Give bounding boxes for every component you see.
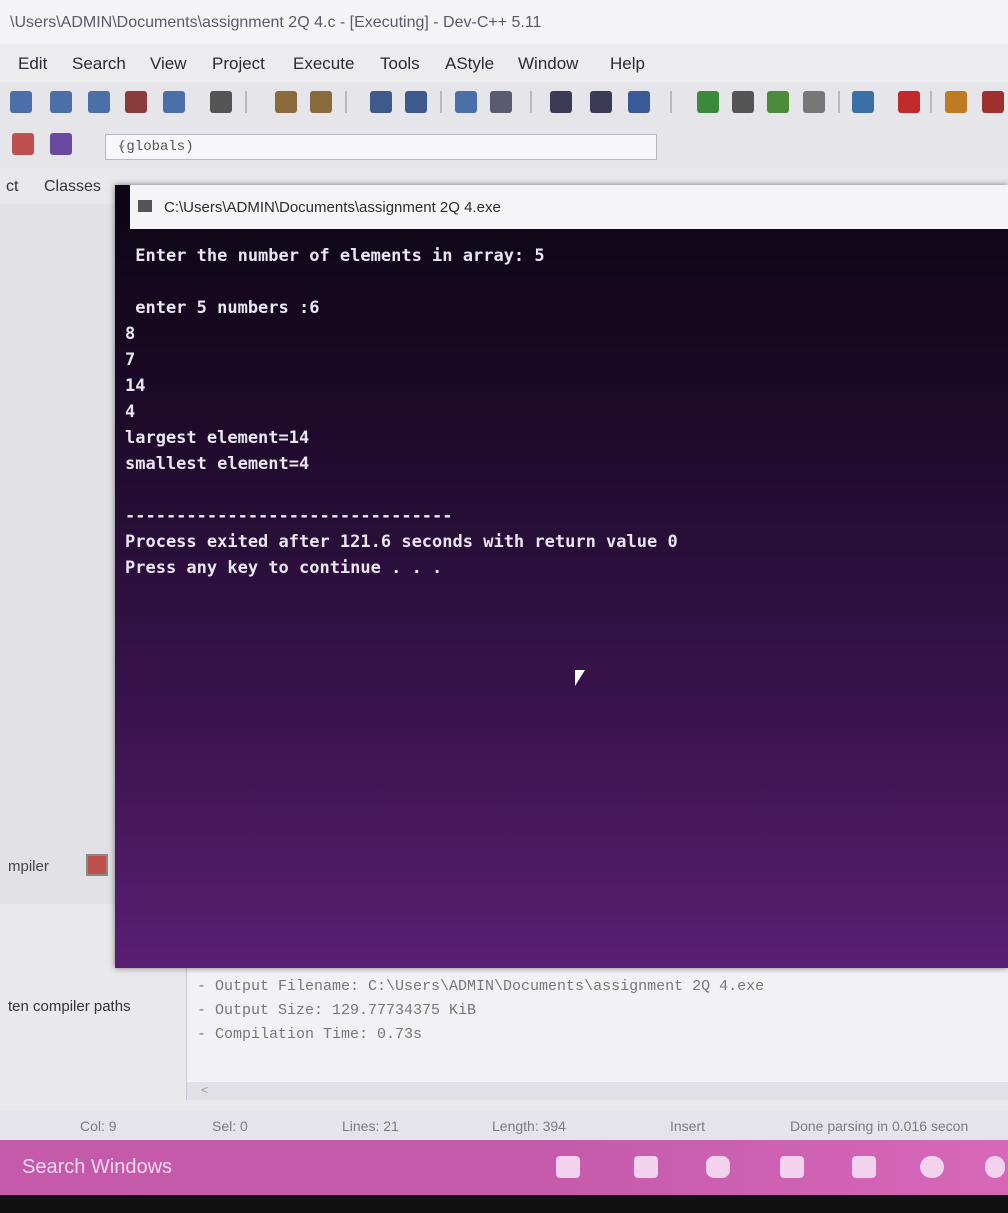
new-file-icon[interactable] <box>10 91 32 113</box>
toolbar-separator <box>245 91 247 113</box>
tab-classes[interactable]: Classes <box>44 178 101 196</box>
console-app-icon <box>138 200 152 212</box>
redo-icon[interactable] <box>310 91 332 113</box>
console-line: Enter the number of elements in array: 5 <box>125 246 545 266</box>
console-titlebar[interactable]: C:\Users\ADMIN\Documents\assignment 2Q 4… <box>130 185 1008 229</box>
main-toolbar <box>0 82 1008 125</box>
menu-help[interactable]: Help <box>610 54 645 74</box>
console-line: 4 <box>125 402 136 422</box>
menu-execute[interactable]: Execute <box>293 54 354 74</box>
status-bar: Col: 9 Sel: 0 Lines: 21 Length: 394 Inse… <box>0 1110 1008 1140</box>
horizontal-scrollbar[interactable]: < <box>187 1082 1008 1100</box>
windows-taskbar: Search Windows <box>0 1140 1008 1195</box>
print-icon[interactable] <box>210 91 232 113</box>
menu-project[interactable]: Project <box>212 54 265 74</box>
menu-search[interactable]: Search <box>72 54 126 74</box>
menu-astyle[interactable]: AStyle <box>445 54 494 74</box>
stop-execution-icon[interactable] <box>898 91 920 113</box>
screen-bezel <box>0 1195 1008 1213</box>
edge-browser-icon[interactable] <box>706 1156 730 1178</box>
toggle-comment-icon[interactable] <box>628 91 650 113</box>
goto-line-icon[interactable] <box>455 91 477 113</box>
toolbar-separator <box>530 91 532 113</box>
toolbar-separator <box>440 91 442 113</box>
file-explorer-icon[interactable] <box>780 1156 804 1178</box>
status-length: Length: 394 <box>492 1118 566 1134</box>
menu-edit[interactable]: Edit <box>18 54 47 74</box>
status-lines: Lines: 21 <box>342 1118 399 1134</box>
compiler-paths-label: ten compiler paths <box>8 998 131 1015</box>
console-line: -------------------------------- <box>125 506 453 526</box>
console-output: Enter the number of elements in array: 5… <box>125 243 678 581</box>
side-panel-tabs: ct Classes <box>0 168 130 204</box>
app-icon[interactable] <box>985 1156 1005 1178</box>
toolbar-separator <box>930 91 932 113</box>
log-line: - Output Filename: C:\Users\ADMIN\Docume… <box>197 978 765 995</box>
console-line: enter 5 numbers :6 <box>125 298 320 318</box>
settings-gear-icon[interactable] <box>634 1156 658 1178</box>
chevron-down-icon: ⌄ <box>118 138 126 152</box>
find-icon[interactable] <box>370 91 392 113</box>
compile-run-icon[interactable] <box>767 91 789 113</box>
mail-icon[interactable] <box>920 1156 944 1178</box>
toolbar-separator <box>345 91 347 113</box>
toolbar-separator <box>670 91 672 113</box>
taskbar-search-placeholder: Search Windows <box>22 1156 173 1178</box>
run-icon[interactable] <box>732 91 754 113</box>
status-mode: Insert <box>670 1118 706 1134</box>
new-class-icon[interactable] <box>12 133 34 155</box>
secondary-toolbar: (globals) ⌄ <box>0 124 1008 168</box>
debug-icon[interactable] <box>982 91 1004 113</box>
mouse-pointer-icon <box>575 670 585 686</box>
console-line: 8 <box>125 324 136 344</box>
console-line: smallest element=4 <box>125 454 310 474</box>
compiler-icon[interactable] <box>86 854 108 876</box>
menu-bar: Edit Search View Project Execute Tools A… <box>0 44 1008 82</box>
console-line: 7 <box>125 350 136 370</box>
status-parse: Done parsing in 0.016 secon <box>790 1118 969 1134</box>
status-sel: Sel: 0 <box>212 1118 248 1134</box>
menu-tools[interactable]: Tools <box>380 54 420 74</box>
close-file-icon[interactable] <box>163 91 185 113</box>
console-line: Process exited after 121.6 seconds with … <box>125 532 678 552</box>
window-titlebar: \Users\ADMIN\Documents\assignment 2Q 4.c… <box>0 0 1008 44</box>
save-all-icon[interactable] <box>125 91 147 113</box>
console-title: C:\Users\ADMIN\Documents\assignment 2Q 4… <box>164 199 501 216</box>
store-icon[interactable] <box>852 1156 876 1178</box>
menu-window[interactable]: Window <box>518 54 578 74</box>
compile-log: - Output Filename: C:\Users\ADMIN\Docume… <box>186 960 1008 1100</box>
project-browser <box>0 204 118 904</box>
status-col: Col: 9 <box>80 1118 117 1134</box>
toolbar-separator <box>838 91 840 113</box>
console-line: Press any key to continue . . . <box>125 558 443 578</box>
tab-compiler[interactable]: mpiler <box>8 858 49 875</box>
compile-icon[interactable] <box>697 91 719 113</box>
syntax-check-icon[interactable] <box>852 91 874 113</box>
profile-icon[interactable] <box>945 91 967 113</box>
menu-view[interactable]: View <box>150 54 187 74</box>
log-line: - Compilation Time: 0.73s <box>197 1026 423 1043</box>
open-file-icon[interactable] <box>50 91 72 113</box>
bookmark-icon[interactable] <box>490 91 512 113</box>
task-view-icon[interactable] <box>556 1156 580 1178</box>
undo-icon[interactable] <box>275 91 297 113</box>
insert-icon[interactable] <box>50 133 72 155</box>
console-line: largest element=14 <box>125 428 310 448</box>
rebuild-all-icon[interactable] <box>803 91 825 113</box>
window-title: \Users\ADMIN\Documents\assignment 2Q 4.c… <box>10 14 542 31</box>
save-icon[interactable] <box>88 91 110 113</box>
indent-icon[interactable] <box>550 91 572 113</box>
scroll-left-arrow[interactable]: < <box>201 1084 208 1098</box>
console-line: 14 <box>125 376 146 396</box>
log-line: - Output Size: 129.77734375 KiB <box>197 1002 477 1019</box>
scope-dropdown[interactable]: (globals) ⌄ <box>105 134 657 160</box>
unindent-icon[interactable] <box>590 91 612 113</box>
console-window[interactable]: C:\Users\ADMIN\Documents\assignment 2Q 4… <box>115 185 1008 968</box>
taskbar-search[interactable]: Search Windows <box>0 1140 540 1195</box>
replace-icon[interactable] <box>405 91 427 113</box>
tab-project[interactable]: ct <box>6 178 18 196</box>
